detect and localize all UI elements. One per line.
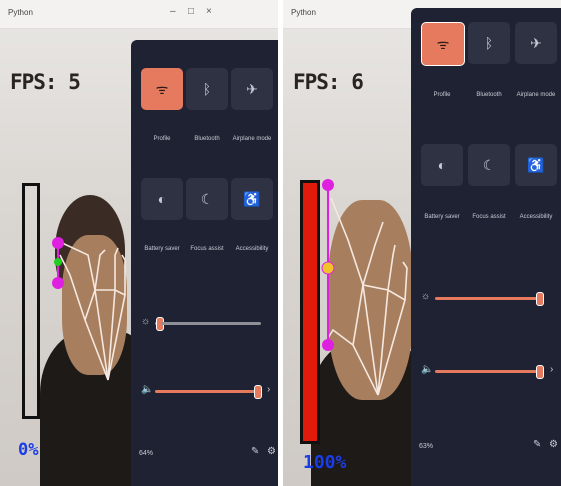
quick-settings-panel: ᯤ Profile ᛒ Bluetooth ✈ Airplane mode ◐ … [411, 8, 561, 486]
tile-label: Bluetooth [194, 136, 220, 142]
bluetooth-icon: ᛒ [484, 35, 494, 51]
brightness-icon: ☼ [421, 291, 431, 302]
tile-profile[interactable]: ᯤ [141, 68, 183, 110]
quick-settings-panel: ᯤ Profile ᛒ Bluetooth ✈ Airplane mode ◐ … [131, 40, 278, 486]
airplane-icon: ✈ [246, 80, 258, 97]
tile-bluetooth[interactable]: ᛒ [468, 22, 510, 64]
chevron-right-icon[interactable]: › [267, 384, 270, 395]
brightness-slider-thumb[interactable] [536, 292, 544, 306]
tile-focus-assist[interactable]: ☾ [186, 178, 228, 220]
midpoint-marker [54, 258, 62, 266]
volume-slider[interactable] [155, 385, 262, 399]
tile-accessibility[interactable]: ♿ [515, 144, 557, 186]
brightness-slider[interactable] [435, 292, 544, 306]
battery-status: 63% [419, 443, 434, 450]
index-tip-marker [52, 277, 64, 289]
tile-label: Accessibility [519, 214, 553, 220]
tile-label: Profile [153, 136, 171, 142]
tile-label: Profile [433, 92, 451, 98]
moon-icon: ☾ [482, 156, 496, 173]
airplane-icon: ✈ [530, 34, 542, 51]
speaker-icon: 🔈 [421, 364, 434, 375]
left-screenshot: Python – □ × FPS: 5 0% ᯤ Profile ᛒ Bluet… [0, 0, 278, 486]
bluetooth-icon: ᛒ [202, 81, 212, 97]
volume-slider-thumb[interactable] [254, 385, 262, 399]
tile-label: Battery saver [144, 246, 180, 252]
index-tip-marker [322, 179, 334, 191]
tile-airplane[interactable]: ✈ [231, 68, 273, 110]
chevron-right-icon[interactable]: › [550, 364, 553, 375]
right-screenshot: Python FPS: 6 100% ᯤ Profile ᛒ Bluetooth… [283, 0, 561, 486]
tile-airplane[interactable]: ✈ [515, 22, 557, 64]
settings-gear-icon[interactable]: ⚙ [549, 439, 558, 450]
wifi-icon: ᯤ [436, 35, 450, 52]
wifi-icon: ᯤ [155, 80, 169, 97]
accessibility-icon: ♿ [527, 156, 545, 173]
tile-label: Airplane mode [516, 92, 556, 98]
volume-slider-thumb[interactable] [536, 365, 544, 379]
accessibility-icon: ♿ [243, 190, 261, 207]
tile-label: Accessibility [235, 246, 269, 252]
tile-battery-saver[interactable]: ◐ [141, 178, 183, 220]
tile-bluetooth[interactable]: ᛒ [186, 68, 228, 110]
brightness-icon: ☼ [141, 316, 151, 327]
tile-accessibility[interactable]: ♿ [231, 178, 273, 220]
tile-label: Bluetooth [476, 92, 502, 98]
tile-label: Focus assist [472, 214, 506, 220]
volume-slider[interactable] [435, 365, 544, 379]
tile-label: Focus assist [190, 246, 224, 252]
thumb-tip-marker [52, 237, 64, 249]
moon-icon: ☾ [200, 190, 214, 207]
edit-icon[interactable]: ✎ [533, 439, 541, 450]
midpoint-marker [321, 261, 335, 275]
speaker-icon: 🔈 [141, 384, 154, 395]
brightness-slider-track [161, 322, 261, 325]
tile-label: Battery saver [424, 214, 460, 220]
tile-profile[interactable]: ᯤ [421, 22, 465, 66]
settings-gear-icon[interactable]: ⚙ [267, 446, 276, 457]
edit-icon[interactable]: ✎ [251, 446, 259, 457]
tile-battery-saver[interactable]: ◐ [421, 144, 463, 186]
battery-saver-icon: ◐ [437, 157, 447, 173]
battery-saver-icon: ◐ [157, 191, 167, 207]
battery-status: 64% [139, 450, 154, 457]
tile-focus-assist[interactable]: ☾ [468, 144, 510, 186]
tile-label: Airplane mode [232, 136, 272, 142]
thumb-tip-marker [322, 339, 334, 351]
